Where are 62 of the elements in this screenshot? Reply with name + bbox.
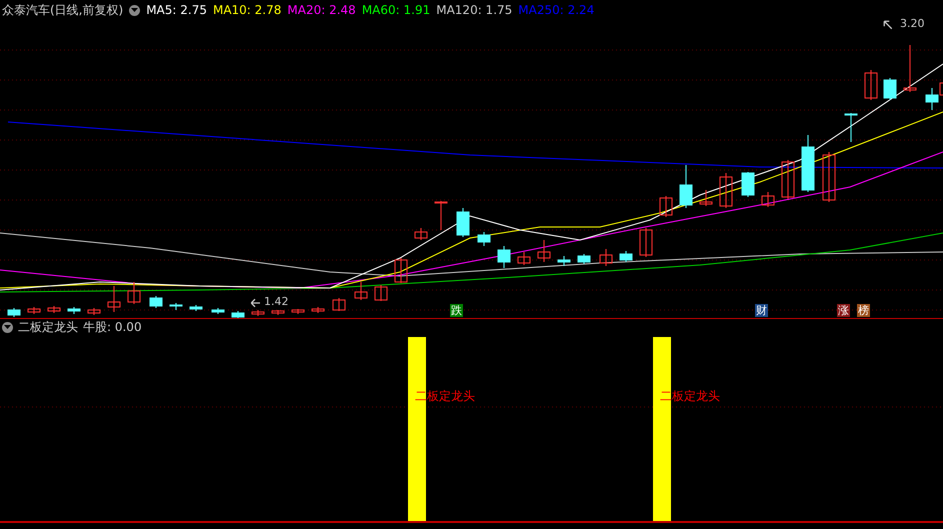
candlestick — [28, 306, 40, 314]
candlestick — [434, 200, 448, 230]
candlestick — [232, 310, 244, 318]
candlestick — [864, 70, 878, 100]
pointer-arrow-icon — [883, 20, 893, 30]
candlestick — [762, 192, 774, 208]
moving-average-label: MA250: 2.24 — [518, 3, 594, 17]
candlestick — [48, 306, 60, 314]
candlestick — [620, 250, 632, 262]
candlestick — [252, 310, 264, 316]
pointer-arrow-icon — [250, 298, 260, 308]
candlestick — [802, 134, 814, 192]
high-price-label: 3.20 — [900, 17, 924, 30]
candlestick — [558, 256, 570, 266]
candlestick — [190, 304, 202, 312]
candlestick — [414, 228, 428, 240]
candlestick — [150, 296, 162, 308]
collapse-toggle-icon[interactable] — [129, 4, 140, 16]
moving-average-label: MA20: 2.48 — [287, 3, 356, 17]
candlestick — [8, 308, 20, 318]
candlestick — [456, 208, 470, 238]
candlestick — [822, 152, 836, 202]
event-marker[interactable]: 跌 — [450, 304, 463, 317]
candlestick — [700, 190, 712, 206]
candlestick — [578, 254, 590, 264]
moving-average-label: MA60: 1.91 — [362, 3, 430, 17]
candlestick — [394, 258, 408, 284]
candlestick — [108, 286, 120, 312]
candlestick — [478, 232, 490, 246]
event-marker[interactable]: 榜 — [857, 304, 870, 317]
candlestick — [720, 172, 732, 208]
candlestick — [742, 172, 754, 198]
candlestick — [498, 246, 510, 268]
indicator-title: 二板定龙头 — [18, 318, 78, 336]
candlestick — [640, 228, 652, 258]
event-marker[interactable]: 涨 — [837, 304, 850, 317]
stock-title: 众泰汽车(日线,前复权) — [2, 2, 124, 18]
candlestick — [660, 196, 672, 218]
low-price-label: 1.42 — [264, 295, 288, 308]
candlestick — [904, 44, 916, 92]
candlestick — [884, 78, 896, 100]
candlestick — [680, 164, 692, 208]
candlestick — [374, 284, 388, 302]
moving-average-label: MA5: 2.75 — [146, 3, 207, 17]
event-marker[interactable]: 财 — [755, 304, 768, 317]
candlestick — [782, 160, 794, 200]
collapse-toggle-icon[interactable] — [2, 322, 13, 332]
candlestick — [844, 112, 858, 142]
candlestick — [538, 240, 550, 262]
candlestick — [272, 310, 284, 316]
moving-average-label: MA10: 2.78 — [212, 3, 282, 17]
candlestick — [88, 308, 100, 316]
moving-average-label: MA120: 1.75 — [436, 3, 512, 17]
indicator-reading: 牛股: 0.00 — [83, 318, 142, 336]
candlestick — [312, 306, 324, 314]
candlestick — [170, 302, 182, 310]
candlestick — [600, 248, 612, 266]
candlestick — [518, 252, 530, 266]
candlestick — [354, 282, 368, 300]
candlestick — [332, 298, 346, 312]
candlestick — [292, 308, 304, 314]
candlestick — [128, 282, 140, 304]
